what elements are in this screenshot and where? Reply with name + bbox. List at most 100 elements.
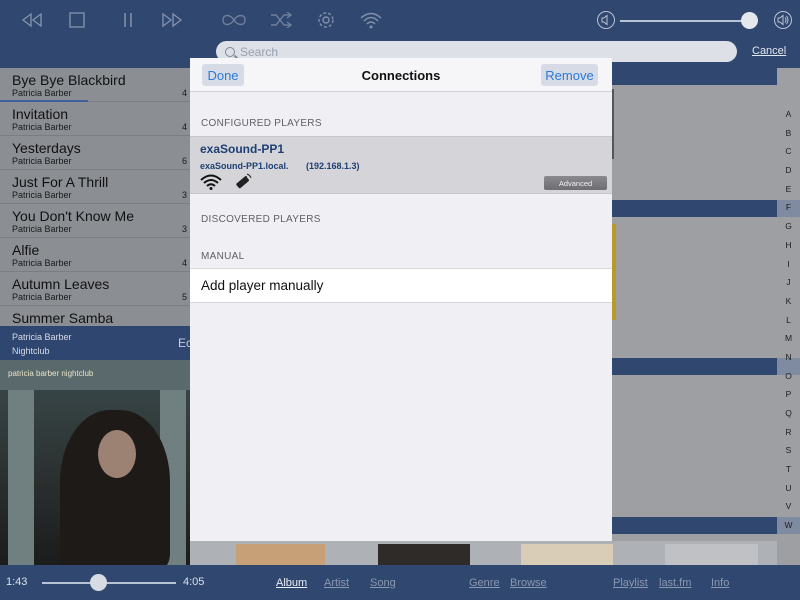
add-player-manually-label: Add player manually	[201, 278, 324, 293]
nav-album-link[interactable]: Album	[276, 577, 307, 589]
nav-song-link[interactable]: Song	[370, 577, 396, 589]
discovered-players-header: DISCOVERED PLAYERS	[201, 214, 321, 225]
dialog-header: Done Connections Remove	[190, 58, 612, 92]
alphabet-letter[interactable]: D	[777, 161, 800, 180]
album-thumbnail[interactable]	[665, 544, 758, 565]
song-row[interactable]: Bye Bye Blackbird Patricia Barber 4	[0, 68, 190, 102]
nav-lastfm-link[interactable]: last.fm	[659, 577, 691, 589]
alphabet-letter[interactable]: I	[777, 255, 800, 274]
alphabet-letter[interactable]: L	[777, 311, 800, 330]
song-artist: Patricia Barber	[12, 190, 72, 200]
song-title: Summer Samba	[12, 310, 114, 326]
album-cover-art[interactable]: patricia barber nightclub	[0, 360, 190, 565]
settings-gear-icon[interactable]	[314, 6, 338, 34]
song-artist: Patricia Barber	[12, 258, 72, 268]
song-row[interactable]: Summer Samba	[0, 306, 190, 326]
album-thumbnail[interactable]	[236, 544, 325, 565]
now-playing-artist: Patricia Barber	[12, 332, 72, 342]
manual-header: MANUAL	[201, 251, 245, 262]
album-thumbnail-edge[interactable]	[612, 224, 616, 320]
remote-control-icon	[234, 173, 252, 196]
song-title: Bye Bye Blackbird	[12, 72, 126, 88]
alphabet-letter[interactable]: W	[777, 516, 800, 535]
song-artist: Patricia Barber	[12, 88, 72, 98]
player-hostname: exaSound-PP1.local.	[200, 161, 289, 171]
song-row[interactable]: Invitation Patricia Barber 4	[0, 102, 190, 136]
nav-info-link[interactable]: Info	[711, 577, 729, 589]
search-icon	[225, 46, 235, 57]
now-playing-bar[interactable]: Patricia Barber Nightclub	[0, 326, 190, 360]
volume-low-icon[interactable]	[595, 6, 617, 34]
nav-playlist-link[interactable]: Playlist	[613, 577, 648, 589]
alphabet-letter[interactable]: J	[777, 273, 800, 292]
cover-face	[98, 430, 136, 478]
alphabet-letter[interactable]: M	[777, 329, 800, 348]
volume-slider-knob[interactable]	[740, 12, 758, 29]
alphabet-letter[interactable]: O	[777, 367, 800, 386]
song-duration: 3	[182, 224, 188, 234]
search-placeholder: Search	[240, 44, 279, 59]
advanced-button[interactable]: Advanced	[544, 176, 607, 190]
song-title: Invitation	[12, 106, 69, 122]
song-title: Autumn Leaves	[12, 276, 110, 292]
remove-button[interactable]: Remove	[541, 64, 598, 86]
alphabet-letter[interactable]: H	[777, 236, 800, 255]
alphabet-letter[interactable]: G	[777, 217, 800, 236]
pause-icon[interactable]	[118, 6, 138, 34]
alphabet-letter[interactable]: S	[777, 441, 800, 460]
seek-slider-track[interactable]	[42, 582, 176, 584]
nav-browse-link[interactable]: Browse	[510, 577, 547, 589]
alphabet-letter[interactable]: A	[777, 105, 800, 124]
volume-high-icon[interactable]	[771, 6, 795, 34]
song-duration: 5	[182, 292, 188, 302]
section-header-bar	[612, 358, 777, 375]
alphabet-letter[interactable]: Q	[777, 404, 800, 423]
alphabet-letter[interactable]: N	[777, 348, 800, 367]
alphabet-letter[interactable]: P	[777, 385, 800, 404]
alphabet-letter[interactable]: C	[777, 142, 800, 161]
add-player-manually-row[interactable]: Add player manually	[190, 268, 612, 303]
connections-wifi-icon[interactable]	[358, 6, 384, 34]
nav-genre-link[interactable]: Genre	[469, 577, 500, 589]
nav-artist-link[interactable]: Artist	[324, 577, 349, 589]
repeat-infinity-icon[interactable]	[220, 6, 248, 34]
song-artist: Patricia Barber	[12, 156, 72, 166]
song-row[interactable]: Just For A Thrill Patricia Barber 3	[0, 170, 190, 204]
section-header-bar	[612, 200, 777, 217]
shuffle-icon[interactable]	[268, 6, 294, 34]
alphabet-letter[interactable]: U	[777, 479, 800, 498]
song-title: Yesterdays	[12, 140, 81, 156]
song-row[interactable]: Alfie Patricia Barber 4	[0, 238, 190, 272]
seek-slider-knob[interactable]	[89, 574, 107, 591]
song-title: Alfie	[12, 242, 40, 258]
alphabet-letter[interactable]: K	[777, 292, 800, 311]
rewind-icon[interactable]	[18, 6, 46, 34]
song-duration: 4	[182, 258, 188, 268]
configured-player-row[interactable]: exaSound-PP1 exaSound-PP1.local. (192.16…	[190, 136, 612, 194]
alphabet-letter[interactable]: E	[777, 180, 800, 199]
player-name: exaSound-PP1	[200, 142, 285, 156]
cancel-search-link[interactable]: Cancel	[752, 45, 786, 57]
alphabet-index[interactable]: A B C D E F G H I J K L M N O P Q R S T …	[777, 105, 800, 535]
alphabet-letter[interactable]: T	[777, 460, 800, 479]
song-artist: Patricia Barber	[12, 292, 72, 302]
now-playing-album: Nightclub	[12, 346, 50, 356]
volume-slider-track[interactable]	[620, 20, 756, 22]
alphabet-letter[interactable]: F	[777, 198, 800, 217]
alphabet-letter[interactable]: R	[777, 423, 800, 442]
song-row[interactable]: You Don't Know Me Patricia Barber 3	[0, 204, 190, 238]
fast-forward-icon[interactable]	[158, 6, 186, 34]
player-ip-address: (192.168.1.3)	[306, 161, 360, 171]
song-artist: Patricia Barber	[12, 122, 72, 132]
song-row[interactable]: Autumn Leaves Patricia Barber 5	[0, 272, 190, 306]
alphabet-letter[interactable]: B	[777, 124, 800, 143]
album-thumbnail[interactable]	[521, 544, 613, 565]
album-thumbnail[interactable]	[378, 544, 470, 565]
alphabet-letter[interactable]: V	[777, 497, 800, 516]
album-thumbnail-edge[interactable]	[612, 89, 614, 159]
configured-players-header: CONFIGURED PLAYERS	[201, 118, 322, 129]
section-header-bar	[612, 517, 777, 534]
stop-icon[interactable]	[66, 6, 88, 34]
song-row[interactable]: Yesterdays Patricia Barber 6	[0, 136, 190, 170]
song-title: Just For A Thrill	[12, 174, 109, 190]
